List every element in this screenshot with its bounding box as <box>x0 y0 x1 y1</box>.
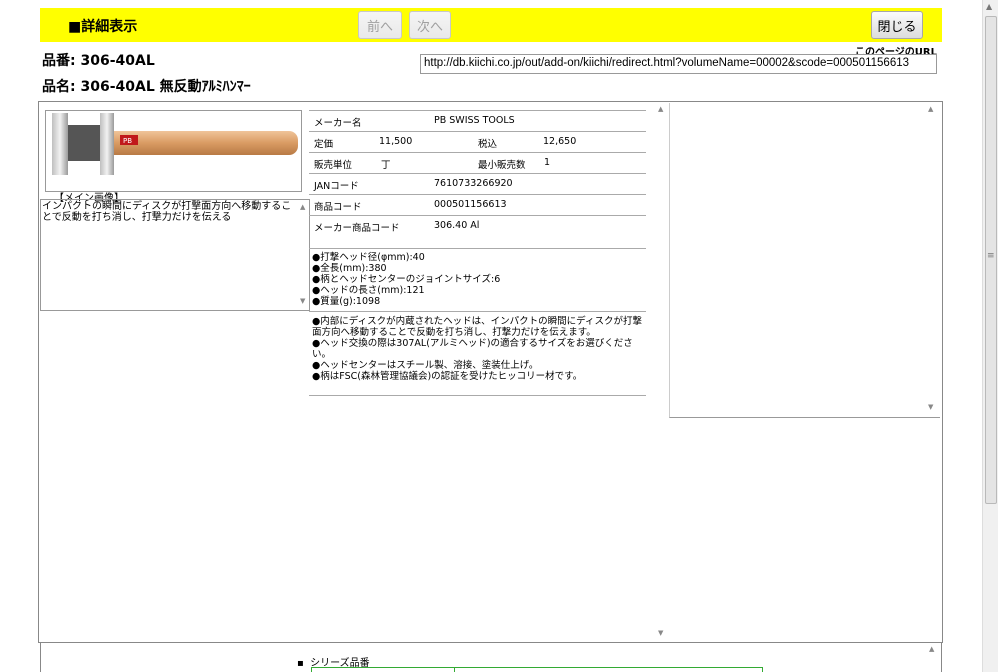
header-bar: ■詳細表示 前へ 次へ 閉じる <box>40 8 942 42</box>
hammer-image: PB <box>52 113 298 175</box>
page-url-field[interactable]: http://db.kiichi.co.jp/out/add-on/kiichi… <box>420 54 937 74</box>
spec-label: JANコード <box>314 181 359 192</box>
spec-row-item-code: 商品コード 000501156613 <box>309 194 646 215</box>
feature-item: ●柄とヘッドセンターのジョイントサイズ:6 <box>312 274 501 285</box>
prev-button[interactable]: 前へ <box>358 11 402 39</box>
divider <box>309 248 646 249</box>
spec-value: 000501156613 <box>434 199 507 210</box>
spec-label: 商品コード <box>314 202 362 213</box>
product-name: 品名: 306-40AL 無反動ｱﾙﾐﾊﾝﾏｰ <box>42 79 251 95</box>
feature-item: ●全長(mm):380 <box>312 263 387 274</box>
spec-row-jan: JANコード 7610733266920 <box>309 173 646 194</box>
spec-row-price: 定価 11,500 税込 12,650 <box>309 131 646 152</box>
product-detail-page: ■詳細表示 前へ 次へ 閉じる 品番: 306-40AL 品名: 306-40A… <box>0 0 998 672</box>
note-item: ●柄はFSC(森林管理協議会)の認証を受けたヒッコリー材です。 <box>312 371 583 382</box>
window-scrollbar[interactable]: ▲ ≡ <box>982 0 998 672</box>
spec-table: メーカー名 PB SWISS TOOLS 定価 11,500 税込 12,650… <box>309 110 646 245</box>
spec-row-maker: メーカー名 PB SWISS TOOLS <box>309 110 646 131</box>
description-box[interactable]: インパクトの瞬間にディスクが打撃面方向へ移動することで反動を打ち消し、打撃力だけ… <box>40 199 310 311</box>
spec-value: 11,500 <box>379 136 413 147</box>
spec-label: 定価 <box>314 139 334 150</box>
divider <box>309 311 646 312</box>
right-panel-scrollbar[interactable]: ▲ ▼ <box>926 103 938 415</box>
scroll-up-icon[interactable]: ▲ <box>986 2 992 11</box>
close-button[interactable]: 閉じる <box>871 11 923 39</box>
feature-item: ●ヘッドの長さ(mm):121 <box>312 285 425 296</box>
spec-value: 12,650 <box>543 136 577 147</box>
scroll-up-icon[interactable]: ▲ <box>928 105 933 113</box>
detail-frame: PB 【メイン画像】 インパクトの瞬間にディスクが打撃面方向へ移動することで反動… <box>38 101 943 643</box>
scroll-up-icon[interactable]: ▲ <box>658 105 663 113</box>
right-panel <box>669 103 940 418</box>
notes-list: ●内部にディスクが内蔵されたヘッドは、インパクトの瞬間にディスクが打撃面方向へ移… <box>312 316 642 382</box>
spec-value: 306.40 Al <box>434 220 480 231</box>
spec-value: 丁 <box>381 160 391 171</box>
next-button[interactable]: 次へ <box>409 11 451 39</box>
spec-row-maker-code: メーカー商品コード 306.40 Al <box>309 215 646 245</box>
divider <box>309 395 646 396</box>
spec-value: 7610733266920 <box>434 178 513 189</box>
feature-item: ●質量(g):1098 <box>312 296 381 307</box>
grip-icon: ≡ <box>987 251 995 261</box>
product-code: 品番: 306-40AL <box>42 53 155 69</box>
spec-label: メーカー商品コード <box>314 223 400 234</box>
scroll-up-icon[interactable]: ▲ <box>300 202 305 213</box>
series-scrollbar[interactable]: ▲ <box>927 643 939 672</box>
scroll-down-icon[interactable]: ▼ <box>928 403 933 411</box>
spec-label: メーカー名 <box>314 118 362 129</box>
main-image[interactable]: PB 【メイン画像】 <box>45 110 302 204</box>
note-item: ●内部にディスクが内蔵されたヘッドは、インパクトの瞬間にディスクが打撃面方向へ移… <box>312 316 642 338</box>
feature-item: ●打撃ヘッド径(φmm):40 <box>312 252 425 263</box>
description-text: インパクトの瞬間にディスクが打撃面方向へ移動することで反動を打ち消し、打撃力だけ… <box>42 201 292 223</box>
spec-value: PB SWISS TOOLS <box>434 115 515 126</box>
spec-label: 税込 <box>478 139 498 150</box>
note-item: ●ヘッド交換の際は307AL(アルミヘッド)の適合するサイズをお選びください。 <box>312 338 633 360</box>
scroll-up-icon[interactable]: ▲ <box>929 645 934 653</box>
brand-tag: PB <box>123 137 132 145</box>
series-section: ▪ シリーズ品番 ▲ <box>40 643 942 672</box>
feature-list: ●打撃ヘッド径(φmm):40 ●全長(mm):380 ●柄とヘッドセンターのジ… <box>312 252 642 307</box>
spec-label: 販売単位 <box>314 160 353 171</box>
spec-row-unit: 販売単位 丁 最小販売数 1 <box>309 152 646 173</box>
page-title: ■詳細表示 <box>68 19 138 35</box>
scroll-down-icon[interactable]: ▼ <box>300 296 305 307</box>
note-item: ●ヘッドセンターはスチール製、溶接、塗装仕上げ。 <box>312 360 539 371</box>
series-table <box>311 667 763 672</box>
spec-label: 最小販売数 <box>478 160 526 171</box>
scroll-down-icon[interactable]: ▼ <box>658 629 663 637</box>
detail-scrollbar[interactable]: ▲ ▼ <box>656 103 668 641</box>
spec-value: 1 <box>544 157 551 168</box>
